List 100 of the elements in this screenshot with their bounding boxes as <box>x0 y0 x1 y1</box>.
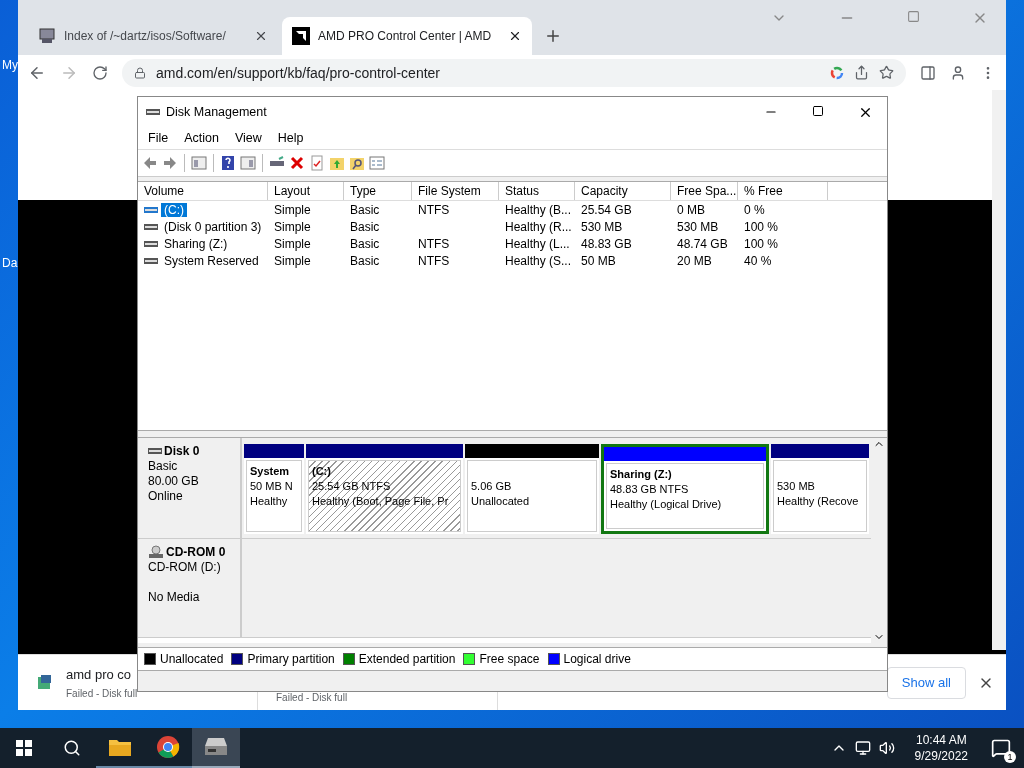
table-cell: 100 % <box>744 219 779 234</box>
table-cell: Basic <box>350 236 380 251</box>
volume-icon[interactable] <box>878 740 895 756</box>
disk-detail: Online <box>148 489 184 503</box>
network-icon[interactable] <box>854 740 871 756</box>
partition-size: 48.83 GB NTFS <box>610 483 689 497</box>
table-cell: Simple <box>274 202 311 217</box>
column-header[interactable]: Capacity <box>575 182 671 200</box>
profile-icon[interactable] <box>950 64 966 81</box>
disk-detail: Basic <box>148 459 179 473</box>
close-icon[interactable] <box>254 29 268 43</box>
disk-name: CD-ROM 0 <box>166 545 226 559</box>
new-tab-icon[interactable] <box>544 27 562 45</box>
window-title: Disk Management <box>166 105 267 119</box>
column-header[interactable]: Layout <box>268 182 344 200</box>
clock-time: 10:44 AM <box>915 733 967 747</box>
table-cell: NTFS <box>418 236 450 251</box>
legend-label: Primary partition <box>247 652 335 666</box>
selected-list-entry[interactable]: (C:) <box>161 202 187 217</box>
chrome-icon[interactable] <box>156 735 180 759</box>
show-all-button[interactable]: Show all <box>886 666 966 699</box>
download-status: Failed - Disk full <box>276 692 348 703</box>
disk-drive-icon[interactable] <box>204 736 228 758</box>
share-icon[interactable] <box>854 65 869 80</box>
disk-name: Disk 0 <box>164 444 200 458</box>
partition-block[interactable]: (C:) 25.54 GB NTFS Healthy (Boot, Page File, Pr <box>306 444 463 534</box>
column-header[interactable]: Type <box>344 182 412 200</box>
google-icon[interactable] <box>830 65 844 80</box>
drive-icon <box>144 256 158 265</box>
column-header[interactable]: Status <box>499 182 575 200</box>
menu-item[interactable]: File <box>140 131 177 145</box>
reload-icon[interactable] <box>92 64 108 81</box>
download-status: Failed - Disk full <box>66 687 138 699</box>
address-bar[interactable]: amd.com/en/support/kb/faq/pro-control-center <box>122 58 906 87</box>
table-cell: Simple <box>274 219 311 234</box>
partition-block[interactable]: 5.06 GB Unallocated <box>465 444 599 534</box>
table-cell: 48.83 GB <box>581 236 632 251</box>
partition-status: Healthy <box>250 495 288 509</box>
star-icon[interactable] <box>879 65 894 80</box>
table-cell: Simple <box>274 253 311 268</box>
checklist-icon[interactable] <box>309 155 325 171</box>
amd-logo-icon <box>292 27 310 45</box>
browser-tab[interactable]: Index of /~dartz/isos/Software/ <box>28 17 278 55</box>
table-cell: 25.54 GB <box>581 202 632 217</box>
legend-label: Unallocated <box>160 652 224 666</box>
column-header[interactable]: Volume <box>138 182 268 200</box>
drive-icon <box>144 222 158 231</box>
side-panel-icon[interactable] <box>920 64 936 81</box>
partition-status: Healthy (Boot, Page File, Pr <box>312 495 449 509</box>
browser-tab[interactable]: AMD PRO Control Center | AMD <box>282 17 532 55</box>
legend-label: Logical drive <box>563 652 631 666</box>
selected-list-entry[interactable]: System Reserved <box>161 253 262 268</box>
table-cell: Healthy (B... <box>505 202 572 217</box>
table-cell: Healthy (L... <box>505 236 570 251</box>
partition-type-bar <box>244 444 304 458</box>
legend-label: Extended partition <box>358 652 456 666</box>
table-cell: Simple <box>274 236 311 251</box>
selected-list-entry[interactable]: (Disk 0 partition 3) <box>161 219 265 234</box>
back-arrow-icon[interactable] <box>142 155 158 171</box>
partition-status: Unallocated <box>471 495 530 509</box>
taskbar-app[interactable] <box>192 728 240 768</box>
delete-icon[interactable] <box>289 155 305 171</box>
column-header[interactable]: File System <box>412 182 499 200</box>
partition-block[interactable]: System 50 MB N Healthy <box>244 444 304 534</box>
installer-icon <box>36 673 54 692</box>
search-folder-icon[interactable] <box>349 155 365 171</box>
table-cell: 50 MB <box>581 253 616 268</box>
table-cell: 0 % <box>744 202 765 217</box>
table-cell: NTFS <box>418 202 450 217</box>
notification-icon[interactable] <box>991 738 1011 758</box>
partition-size: 50 MB N <box>250 480 293 494</box>
column-header[interactable]: % Free <box>738 182 828 200</box>
menu-item[interactable]: Help <box>269 131 312 145</box>
table-cell: NTFS <box>418 253 450 268</box>
column-header[interactable]: Free Spa... <box>671 182 738 200</box>
partition-block[interactable]: Sharing (Z:) 48.83 GB NTFS Healthy (Logical Drive) <box>601 444 769 534</box>
maximize-icon[interactable] <box>812 104 824 117</box>
menu-item[interactable]: Action <box>176 131 227 145</box>
forward-arrow-icon[interactable] <box>162 155 178 171</box>
disk-detail: CD-ROM (D:) <box>148 560 222 574</box>
close-icon[interactable] <box>508 29 522 43</box>
selected-list-entry[interactable]: Sharing (Z:) <box>161 236 231 251</box>
tab-title: Index of /~dartz/isos/Software/ <box>64 29 227 43</box>
panel-icon[interactable] <box>191 155 207 171</box>
partition-size: 530 MB <box>777 480 815 494</box>
table-cell: Healthy (R... <box>505 219 572 234</box>
partition-status: Healthy (Logical Drive) <box>610 498 722 512</box>
windows-logo-icon[interactable] <box>16 740 32 756</box>
table-cell: 530 MB <box>677 219 719 234</box>
drive-icon <box>148 447 162 455</box>
drive-icon <box>144 239 158 248</box>
folder-icon[interactable] <box>108 737 132 757</box>
partition-block[interactable]: 530 MB Healthy (Recove <box>771 444 869 534</box>
help-icon[interactable] <box>220 155 236 171</box>
desktop-label: My <box>2 58 18 72</box>
table-cell: Basic <box>350 202 380 217</box>
table-cell: 48.74 GB <box>677 236 728 251</box>
menu-item[interactable]: View <box>226 131 270 145</box>
table-cell: 0 MB <box>677 202 705 217</box>
search-icon[interactable] <box>63 739 81 757</box>
